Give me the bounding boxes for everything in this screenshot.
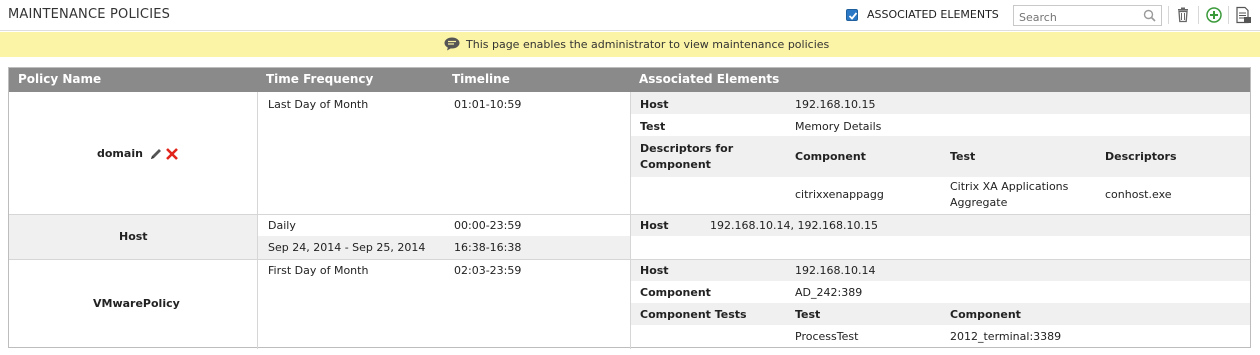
row-divider xyxy=(9,259,1250,260)
export-icon[interactable] xyxy=(1234,6,1252,24)
dfc-component-value: citrixxenappagg xyxy=(795,188,884,201)
assoc-test-value: Memory Details xyxy=(795,120,882,133)
ct-component-value: 2012_terminal:3389 xyxy=(950,330,1062,343)
assoc-test-label: Test xyxy=(640,120,666,133)
column-header-time-frequency[interactable]: Time Frequency xyxy=(266,72,373,86)
top-bar: MAINTENANCE POLICIES ASSOCIATED ELEMENTS xyxy=(0,0,1260,31)
toolbar-separator xyxy=(1198,6,1199,24)
add-icon[interactable] xyxy=(1205,6,1223,24)
info-message: This page enables the administrator to v… xyxy=(466,38,830,51)
toolbar-separator xyxy=(1168,6,1169,24)
timeline: 16:38-16:38 xyxy=(454,241,522,254)
toolbar-separator xyxy=(1228,6,1229,24)
assoc-host-value: 192.168.10.14, 192.168.10.15 xyxy=(710,219,878,232)
maintenance-policies-table: Policy Name Time Frequency Timeline Asso… xyxy=(8,67,1251,349)
time-frequency: Daily xyxy=(268,219,296,232)
assoc-host-label: Host xyxy=(640,219,669,232)
descriptors-for-component-label: Descriptors for Component xyxy=(640,142,734,171)
ct-column-component: Component xyxy=(950,308,1021,321)
policy-name[interactable]: Host xyxy=(119,230,148,243)
timeline: 02:03-23:59 xyxy=(454,264,522,277)
column-divider xyxy=(630,92,631,349)
dfc-column-component: Component xyxy=(795,150,866,163)
assoc-component-value: AD_242:389 xyxy=(795,286,863,299)
component-tests-label: Component Tests xyxy=(640,308,747,321)
speech-bubble-icon xyxy=(444,37,460,51)
associated-elements-checkbox[interactable] xyxy=(846,9,858,21)
time-frequency: Last Day of Month xyxy=(268,98,369,111)
assoc-host-label: Host xyxy=(640,264,669,277)
edit-icon[interactable] xyxy=(149,147,163,161)
assoc-host-value: 192.168.10.15 xyxy=(795,98,876,111)
dfc-descriptors-value: conhost.exe xyxy=(1105,188,1172,201)
row-shade xyxy=(631,259,1250,281)
timeline: 00:00-23:59 xyxy=(454,219,522,232)
column-header-timeline[interactable]: Timeline xyxy=(452,72,510,86)
policy-name[interactable]: VMwarePolicy xyxy=(93,297,180,310)
ct-test-value: ProcessTest xyxy=(795,330,859,343)
dfc-test-value: Citrix XA Applications Aggregate xyxy=(950,180,1069,209)
search-box[interactable] xyxy=(1013,5,1162,27)
column-header-policy-name[interactable]: Policy Name xyxy=(18,72,101,86)
time-frequency: Sep 24, 2014 - Sep 25, 2014 xyxy=(268,241,426,254)
row-divider xyxy=(9,214,1250,215)
assoc-component-label: Component xyxy=(640,286,711,299)
search-icon[interactable] xyxy=(1143,9,1156,22)
delete-x-icon[interactable] xyxy=(165,147,179,161)
timeline: 01:01-10:59 xyxy=(454,98,522,111)
search-input[interactable] xyxy=(1014,8,1138,27)
column-header-associated-elements[interactable]: Associated Elements xyxy=(639,72,779,86)
dfc-column-test: Test xyxy=(950,150,976,163)
associated-elements-label[interactable]: ASSOCIATED ELEMENTS xyxy=(867,8,999,21)
delete-icon[interactable] xyxy=(1174,6,1192,24)
check-icon xyxy=(848,12,858,20)
page-title: MAINTENANCE POLICIES xyxy=(8,7,171,22)
assoc-host-label: Host xyxy=(640,98,669,111)
row-shade xyxy=(631,92,1250,114)
table-header: Policy Name Time Frequency Timeline Asso… xyxy=(9,68,1250,92)
time-frequency: First Day of Month xyxy=(268,264,369,277)
dfc-column-descriptors: Descriptors xyxy=(1105,150,1177,163)
ct-column-test: Test xyxy=(795,308,821,321)
info-bar: This page enables the administrator to v… xyxy=(0,32,1260,57)
assoc-host-value: 192.168.10.14 xyxy=(795,264,876,277)
column-divider xyxy=(257,92,258,349)
policy-name[interactable]: domain xyxy=(97,147,143,160)
